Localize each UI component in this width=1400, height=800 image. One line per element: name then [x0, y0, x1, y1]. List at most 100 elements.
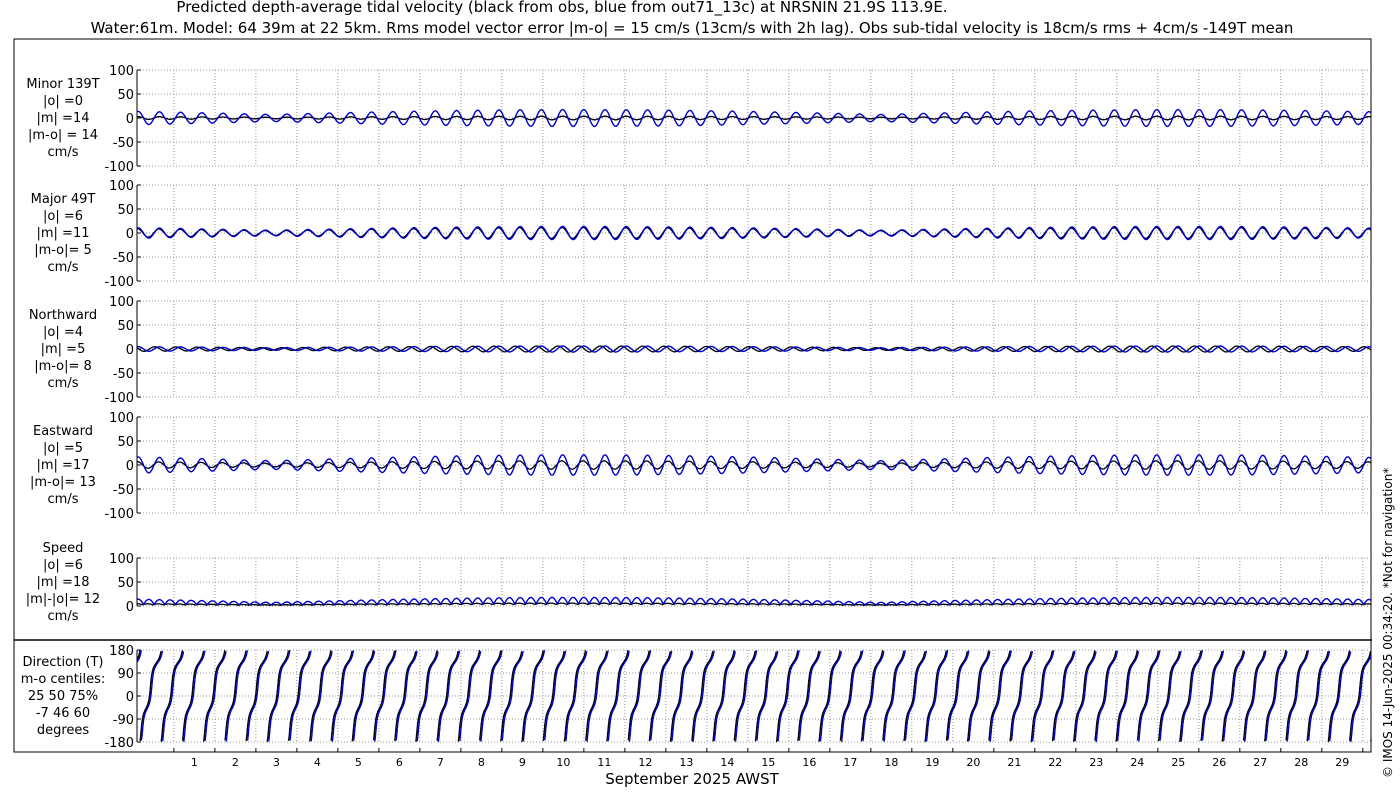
panel-label-line: |o| =6: [43, 209, 83, 224]
y-tick-label: -50: [113, 483, 134, 498]
panel-label-line: |o| =5: [43, 441, 83, 456]
panel-label-line: |o| =6: [43, 558, 83, 573]
panel-label-line: |m| =17: [37, 458, 90, 473]
x-tick-label: 7: [437, 756, 444, 769]
x-tick-label: 27: [1253, 756, 1267, 769]
panel-label-line: |o| =4: [43, 325, 83, 340]
y-tick-label: 0: [126, 343, 134, 358]
x-tick-label: 15: [761, 756, 775, 769]
x-tick-label: 13: [679, 756, 693, 769]
panel-label-line: degrees: [37, 723, 90, 738]
panel-label-line: cm/s: [48, 492, 79, 507]
x-tick-label: 25: [1171, 756, 1185, 769]
y-tick-label: 0: [126, 459, 134, 474]
x-tick-label: 26: [1212, 756, 1226, 769]
panel-minor: 100 50 0 -50 -100 Minor 139T |o| =0 |m| =14 |m-o…: [26, 64, 1372, 175]
x-tick-label: 22: [1048, 756, 1062, 769]
y-tick-label: 50: [117, 88, 134, 103]
y-tick-label: 100: [109, 64, 134, 79]
panel-northward: 100 50 0 -50 -100 Northward |o| =4 |m| =5 |m-o|=…: [29, 295, 1372, 406]
panel-label-line: Speed: [43, 541, 84, 556]
x-tick-label: 21: [1007, 756, 1021, 769]
x-axis-label: September 2025 AWST: [605, 770, 779, 788]
x-tick-label: 17: [843, 756, 857, 769]
y-tick-label: -100: [104, 391, 134, 406]
y-tick-label: 100: [109, 552, 134, 567]
panel-label-line: -7 46 60: [36, 706, 90, 721]
panel-label-line: |m-o|= 13: [30, 475, 96, 490]
x-tick-label: 24: [1130, 756, 1144, 769]
x-tick-label: 29: [1335, 756, 1349, 769]
y-tick-label: 100: [109, 295, 134, 310]
panel-label-line: Major 49T: [31, 192, 96, 207]
panel-label-line: |m| =18: [37, 575, 90, 590]
y-tick-label: 100: [109, 179, 134, 194]
x-tick-label: 2: [232, 756, 239, 769]
x-tick-label: 5: [355, 756, 362, 769]
figure-title-line-2: Water:61m. Model: 64 39m at 22 5km. Rms …: [91, 19, 1294, 37]
x-tick-label: 9: [519, 756, 526, 769]
panel-label-line: cm/s: [48, 260, 79, 275]
x-tick-label: 3: [273, 756, 280, 769]
y-tick-label: -50: [113, 251, 134, 266]
x-tick-label: 18: [884, 756, 898, 769]
x-tick-label: 10: [556, 756, 570, 769]
panel-label-line: |m|-|o|= 12: [26, 592, 100, 607]
panels: 100 50 0 -50 -100 Minor 139T |o| =0 |m| =14 |m-o…: [13, 38, 1372, 753]
minor-obs-line: [136, 115, 1372, 121]
x-tick-label: 14: [720, 756, 734, 769]
y-tick-label: -100: [104, 507, 134, 522]
figure-title-line-1: Predicted depth-average tidal velocity (…: [176, 0, 947, 17]
y-tick-label: 0: [126, 227, 134, 242]
panel-label-line: cm/s: [48, 145, 79, 160]
y-tick-label: 0: [126, 600, 134, 615]
y-tick-label: -90: [113, 713, 134, 728]
x-axis: 1 2 3 4 5 6 7 8 9 10 11 12 13 14 15 16 17 18 19 20 21 22 23 24 2…: [173, 748, 1364, 769]
x-tick-label: 23: [1089, 756, 1103, 769]
panel-direction: 180 90 0 -90 -180 Direction (T) m-o centiles: 2…: [21, 644, 1372, 751]
panel-label-line: 25 50 75%: [28, 689, 98, 704]
x-tick-label: 11: [597, 756, 611, 769]
direction-obs-line: [136, 649, 1372, 743]
y-tick-label: 180: [109, 644, 134, 659]
panel-label-line: cm/s: [48, 376, 79, 391]
y-tick-label: -100: [104, 275, 134, 290]
panel-label-line: Northward: [29, 308, 97, 323]
panel-speed: 100 50 0 Speed |o| =6 |m| =18 |m|-|o|= 12 cm/s: [26, 541, 1372, 624]
panel-label-line: Direction (T): [23, 655, 104, 670]
y-tick-label: 50: [117, 203, 134, 218]
x-tick-label: 6: [396, 756, 403, 769]
panel-major: 100 50 0 -50 -100 Major 49T |o| =6 |m| =11 |m-o|…: [31, 179, 1372, 290]
panel-eastward: 100 50 0 -50 -100 Eastward |o| =5 |m| =17 |m-o|=…: [30, 411, 1372, 522]
y-tick-label: 90: [117, 667, 134, 682]
x-tick-label: 8: [478, 756, 485, 769]
y-tick-label: -50: [113, 367, 134, 382]
panel-label-line: |o| =0: [43, 94, 83, 109]
panel-label-line: |m-o|= 5: [34, 243, 92, 258]
panel-label-line: |m| =5: [41, 342, 86, 357]
x-tick-label: 4: [314, 756, 321, 769]
major-model-line: [136, 225, 1372, 241]
x-tick-label: 1: [191, 756, 198, 769]
y-tick-label: 50: [117, 319, 134, 334]
y-tick-label: 50: [117, 576, 134, 591]
y-tick-label: 50: [117, 435, 134, 450]
panel-label-line: |m-o| = 14: [28, 128, 98, 143]
figure-frame: [13, 38, 1372, 753]
panel-label-line: cm/s: [48, 609, 79, 624]
y-tick-label: -180: [104, 736, 134, 751]
y-tick-label: 0: [126, 690, 134, 705]
panel-label-line: Minor 139T: [26, 77, 99, 92]
x-tick-label: 19: [925, 756, 939, 769]
panel-label-line: |m| =11: [37, 226, 90, 241]
x-tick-label: 28: [1294, 756, 1308, 769]
panel-label-line: Eastward: [33, 424, 93, 439]
x-tick-label: 20: [966, 756, 980, 769]
panel-label-line: m-o centiles:: [21, 672, 106, 687]
y-tick-label: 0: [126, 112, 134, 127]
copyright-notice: © IMOS 14-Jun-2025 00:34:20. *Not for na…: [1381, 468, 1395, 778]
panel-label-line: |m| =14: [37, 111, 90, 126]
x-tick-label: 16: [802, 756, 816, 769]
panel-label-line: |m-o|= 8: [34, 359, 92, 374]
y-tick-label: -50: [113, 136, 134, 151]
